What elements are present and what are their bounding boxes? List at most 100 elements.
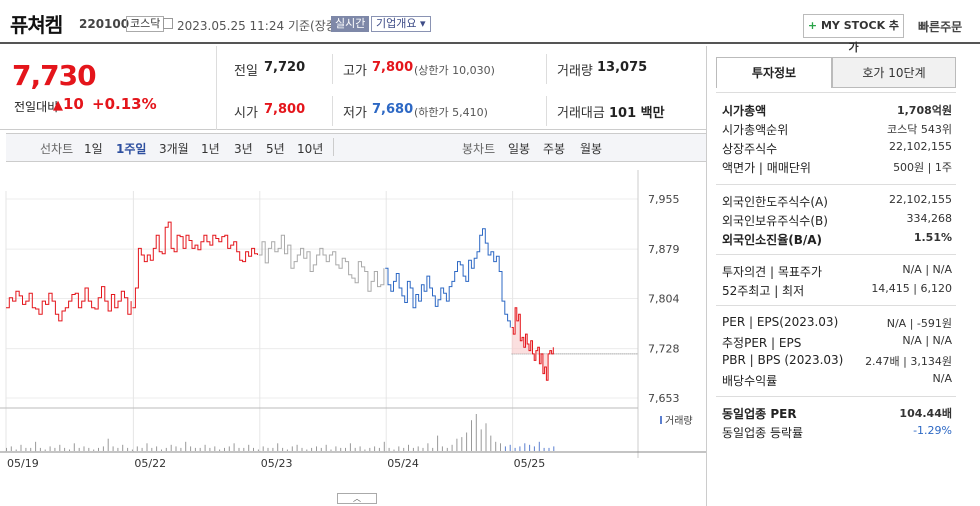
info-value: 1,708억원 [896, 104, 952, 117]
volume-legend-swatch [660, 416, 662, 424]
volume-bar [257, 449, 259, 451]
volume-bar [78, 447, 80, 451]
price-chart[interactable]: 7,955 7,879 7,804 7,728 7,653 05/19 05/22 05/2… [0, 170, 706, 470]
price-line-05-19 [6, 286, 132, 322]
tab-1d[interactable]: 1일 [84, 140, 103, 157]
info-row: 시가총액 1,708억원 [722, 102, 952, 119]
volume-bar [204, 444, 206, 451]
x-tick-label: 05/23 [261, 457, 293, 470]
volume-bar [446, 447, 448, 451]
panel-separator [716, 396, 956, 397]
volume-bar [156, 446, 158, 451]
info-label: 외국인한도주식수(A) [722, 195, 828, 209]
tab-monthly[interactable]: 월봉 [580, 140, 602, 157]
volume-bar [466, 432, 468, 451]
info-label: 시가총액 [722, 104, 767, 118]
chevron-down-icon: ▾ [419, 17, 426, 30]
volume-bar [248, 444, 250, 451]
volume-bar [456, 438, 458, 451]
divider [332, 54, 333, 84]
x-tick-label: 05/22 [134, 457, 166, 470]
panel-separator [716, 305, 956, 306]
volume-bar [286, 449, 288, 451]
volume-bar [383, 441, 385, 452]
tab-10y[interactable]: 10년 [297, 140, 323, 157]
volume-legend-label: 거래량 [665, 415, 693, 427]
volume-bar [514, 447, 516, 451]
volume-bar [509, 444, 511, 451]
volume-bar [335, 446, 337, 451]
volume-bar [127, 447, 129, 451]
volume-label: 거래량 [557, 64, 593, 79]
volume-bar [538, 441, 540, 452]
tab-1y[interactable]: 1년 [201, 140, 220, 157]
volume-bar [170, 444, 172, 451]
datetime-text: 2023.05.25 11:24 기준(장중) [177, 19, 342, 33]
volume-bar [485, 423, 487, 452]
info-label: 52주최고 | 최저 [722, 284, 805, 298]
panel-separator [716, 184, 956, 185]
divider [216, 46, 217, 130]
tab-weekly[interactable]: 주봉 [543, 140, 565, 157]
volume-bar [112, 446, 114, 451]
tab-1w[interactable]: 1주일 [116, 140, 146, 157]
volume-value: 13,075 [597, 60, 648, 75]
x-tick-label: 05/25 [514, 457, 546, 470]
volume-bar [190, 446, 192, 451]
volume-bar [10, 446, 12, 451]
quick-order-link[interactable]: 빠른주문 [918, 18, 962, 35]
volume-bar [267, 447, 269, 451]
tab-investment-info[interactable]: 투자정보 [716, 57, 832, 88]
volume-bar [185, 441, 187, 452]
y-tick-label: 7,879 [648, 243, 680, 256]
volume-bar [25, 447, 27, 451]
y-tick-label: 7,955 [648, 193, 680, 206]
company-overview-button[interactable]: 기업개요 ▾ [371, 16, 431, 32]
chevron-up-icon: ︿ [353, 494, 361, 503]
tab-daily[interactable]: 일봉 [508, 140, 530, 157]
info-value: 14,415 | 6,120 [871, 282, 952, 295]
tab-order-book[interactable]: 호가 10단계 [832, 57, 956, 88]
volume-bar [388, 447, 390, 451]
my-stock-add-button[interactable]: + MY STOCK 추가 [803, 14, 904, 54]
realtime-button[interactable]: 실시간 [331, 16, 370, 32]
open-value: 7,800 [264, 102, 306, 117]
volume-bar [500, 443, 501, 451]
collapse-chart-button[interactable]: ︿ [337, 493, 377, 504]
volume-bar [408, 444, 409, 451]
volume-bar [93, 449, 95, 451]
volume-bar [432, 447, 434, 451]
info-value: 2.47배 | 3,134원 [865, 355, 952, 368]
info-row: 추정PER | EPS N/A | N/A [722, 334, 952, 351]
volume-bar [224, 447, 225, 451]
volume-bar [417, 446, 419, 451]
volume-bar [107, 438, 109, 451]
volume-bar [398, 446, 400, 451]
amount-value: 101 백만 [609, 106, 665, 121]
info-row: 외국인소진율(B/A) 1.51% [722, 231, 952, 248]
prev-close-value: 7,720 [264, 60, 306, 75]
tab-3y[interactable]: 3년 [234, 140, 253, 157]
info-row: 배당수익률 N/A [722, 372, 952, 389]
info-row: 외국인한도주식수(A) 22,102,155 [722, 193, 952, 210]
volume-bar [136, 446, 138, 451]
volume-bar [345, 447, 346, 451]
tab-3m[interactable]: 3개월 [159, 140, 189, 157]
volume-bar [272, 447, 274, 451]
volume-bar [98, 447, 99, 451]
stock-code: 220100 [79, 17, 130, 31]
tab-5y[interactable]: 5년 [266, 140, 285, 157]
volume-bar [378, 447, 380, 451]
volume-bar [403, 447, 405, 451]
market-badge: 코스닥 [126, 16, 165, 32]
info-label: 외국인소진율(B/A) [722, 233, 823, 247]
info-value: 코스닥 543위 [887, 123, 952, 136]
info-label: 시가총액순위 [722, 123, 789, 137]
volume-bar [354, 447, 356, 451]
info-row: PER | EPS(2023.03) N/A | -591원 [722, 315, 952, 332]
volume-bar [117, 447, 119, 451]
volume-bar [543, 447, 545, 451]
info-value: 334,268 [906, 212, 953, 225]
volume-bar [369, 447, 371, 451]
volume-bar [146, 443, 148, 451]
